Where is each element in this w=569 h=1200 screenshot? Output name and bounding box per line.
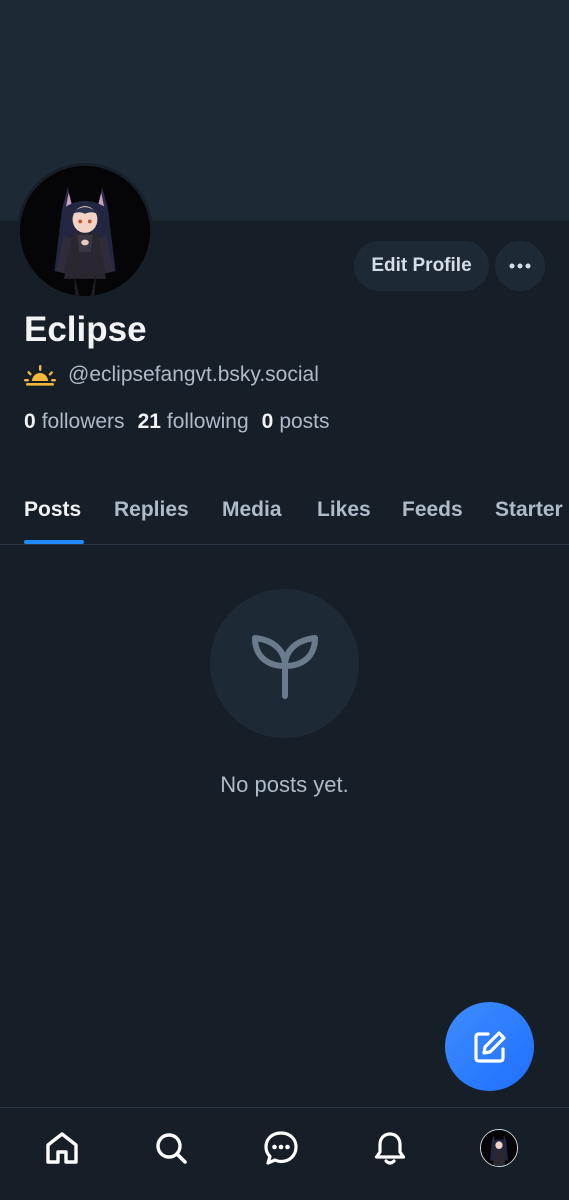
nav-home[interactable] <box>40 1126 84 1170</box>
tab-replies[interactable]: Replies <box>114 498 189 522</box>
bottom-navigation <box>0 1107 569 1200</box>
nav-profile-avatar <box>480 1129 518 1167</box>
posts-count: 0 <box>261 410 274 433</box>
handle-row: @eclipsefangvt.bsky.social <box>24 362 319 388</box>
home-icon <box>46 1132 78 1164</box>
tab-media[interactable]: Media <box>222 498 282 522</box>
ellipsis-icon <box>509 263 531 269</box>
sunrise-icon <box>24 365 56 386</box>
followers-stat[interactable]: 0 followers <box>24 410 125 434</box>
posts-stat: 0 posts <box>262 410 330 434</box>
compose-icon <box>473 1030 506 1063</box>
tab-feeds[interactable]: Feeds <box>402 498 463 522</box>
avatar-image <box>20 166 150 296</box>
edit-profile-button[interactable]: Edit Profile <box>354 241 489 291</box>
nav-profile[interactable] <box>477 1126 521 1170</box>
followers-count: 0 <box>24 410 36 433</box>
tab-starter-packs[interactable]: Starter <box>495 498 563 522</box>
following-count: 21 <box>137 410 161 433</box>
profile-tabs: Posts Replies Media Likes Feeds Starter <box>0 486 569 545</box>
active-tab-indicator <box>24 540 84 544</box>
tab-likes[interactable]: Likes <box>317 498 371 522</box>
profile-avatar[interactable] <box>17 163 153 299</box>
profile-screen: Edit Profile Eclipse @eclipsefangvt.bsky… <box>0 0 569 1200</box>
search-icon <box>156 1133 187 1164</box>
followers-label: followers <box>41 410 125 433</box>
more-options-button[interactable] <box>495 241 545 291</box>
nav-notifications[interactable] <box>368 1126 412 1170</box>
sprout-icon <box>251 634 318 699</box>
nav-search[interactable] <box>149 1126 193 1170</box>
avatar-thumbnail <box>481 1130 517 1166</box>
following-label: following <box>166 410 249 433</box>
nav-chat[interactable] <box>259 1126 303 1170</box>
empty-state-text: No posts yet. <box>220 772 349 797</box>
posts-label: posts <box>279 410 330 433</box>
chat-icon <box>264 1131 298 1165</box>
bell-icon <box>374 1132 406 1165</box>
display-name: Eclipse <box>24 310 147 349</box>
profile-stats: 0 followers 21 following 0 posts <box>24 410 343 434</box>
profile-handle[interactable]: @eclipsefangvt.bsky.social <box>68 363 319 387</box>
tab-posts[interactable]: Posts <box>24 498 81 522</box>
following-stat[interactable]: 21 following <box>138 410 249 434</box>
compose-post-button[interactable] <box>445 1002 534 1091</box>
empty-state-badge <box>210 589 359 738</box>
